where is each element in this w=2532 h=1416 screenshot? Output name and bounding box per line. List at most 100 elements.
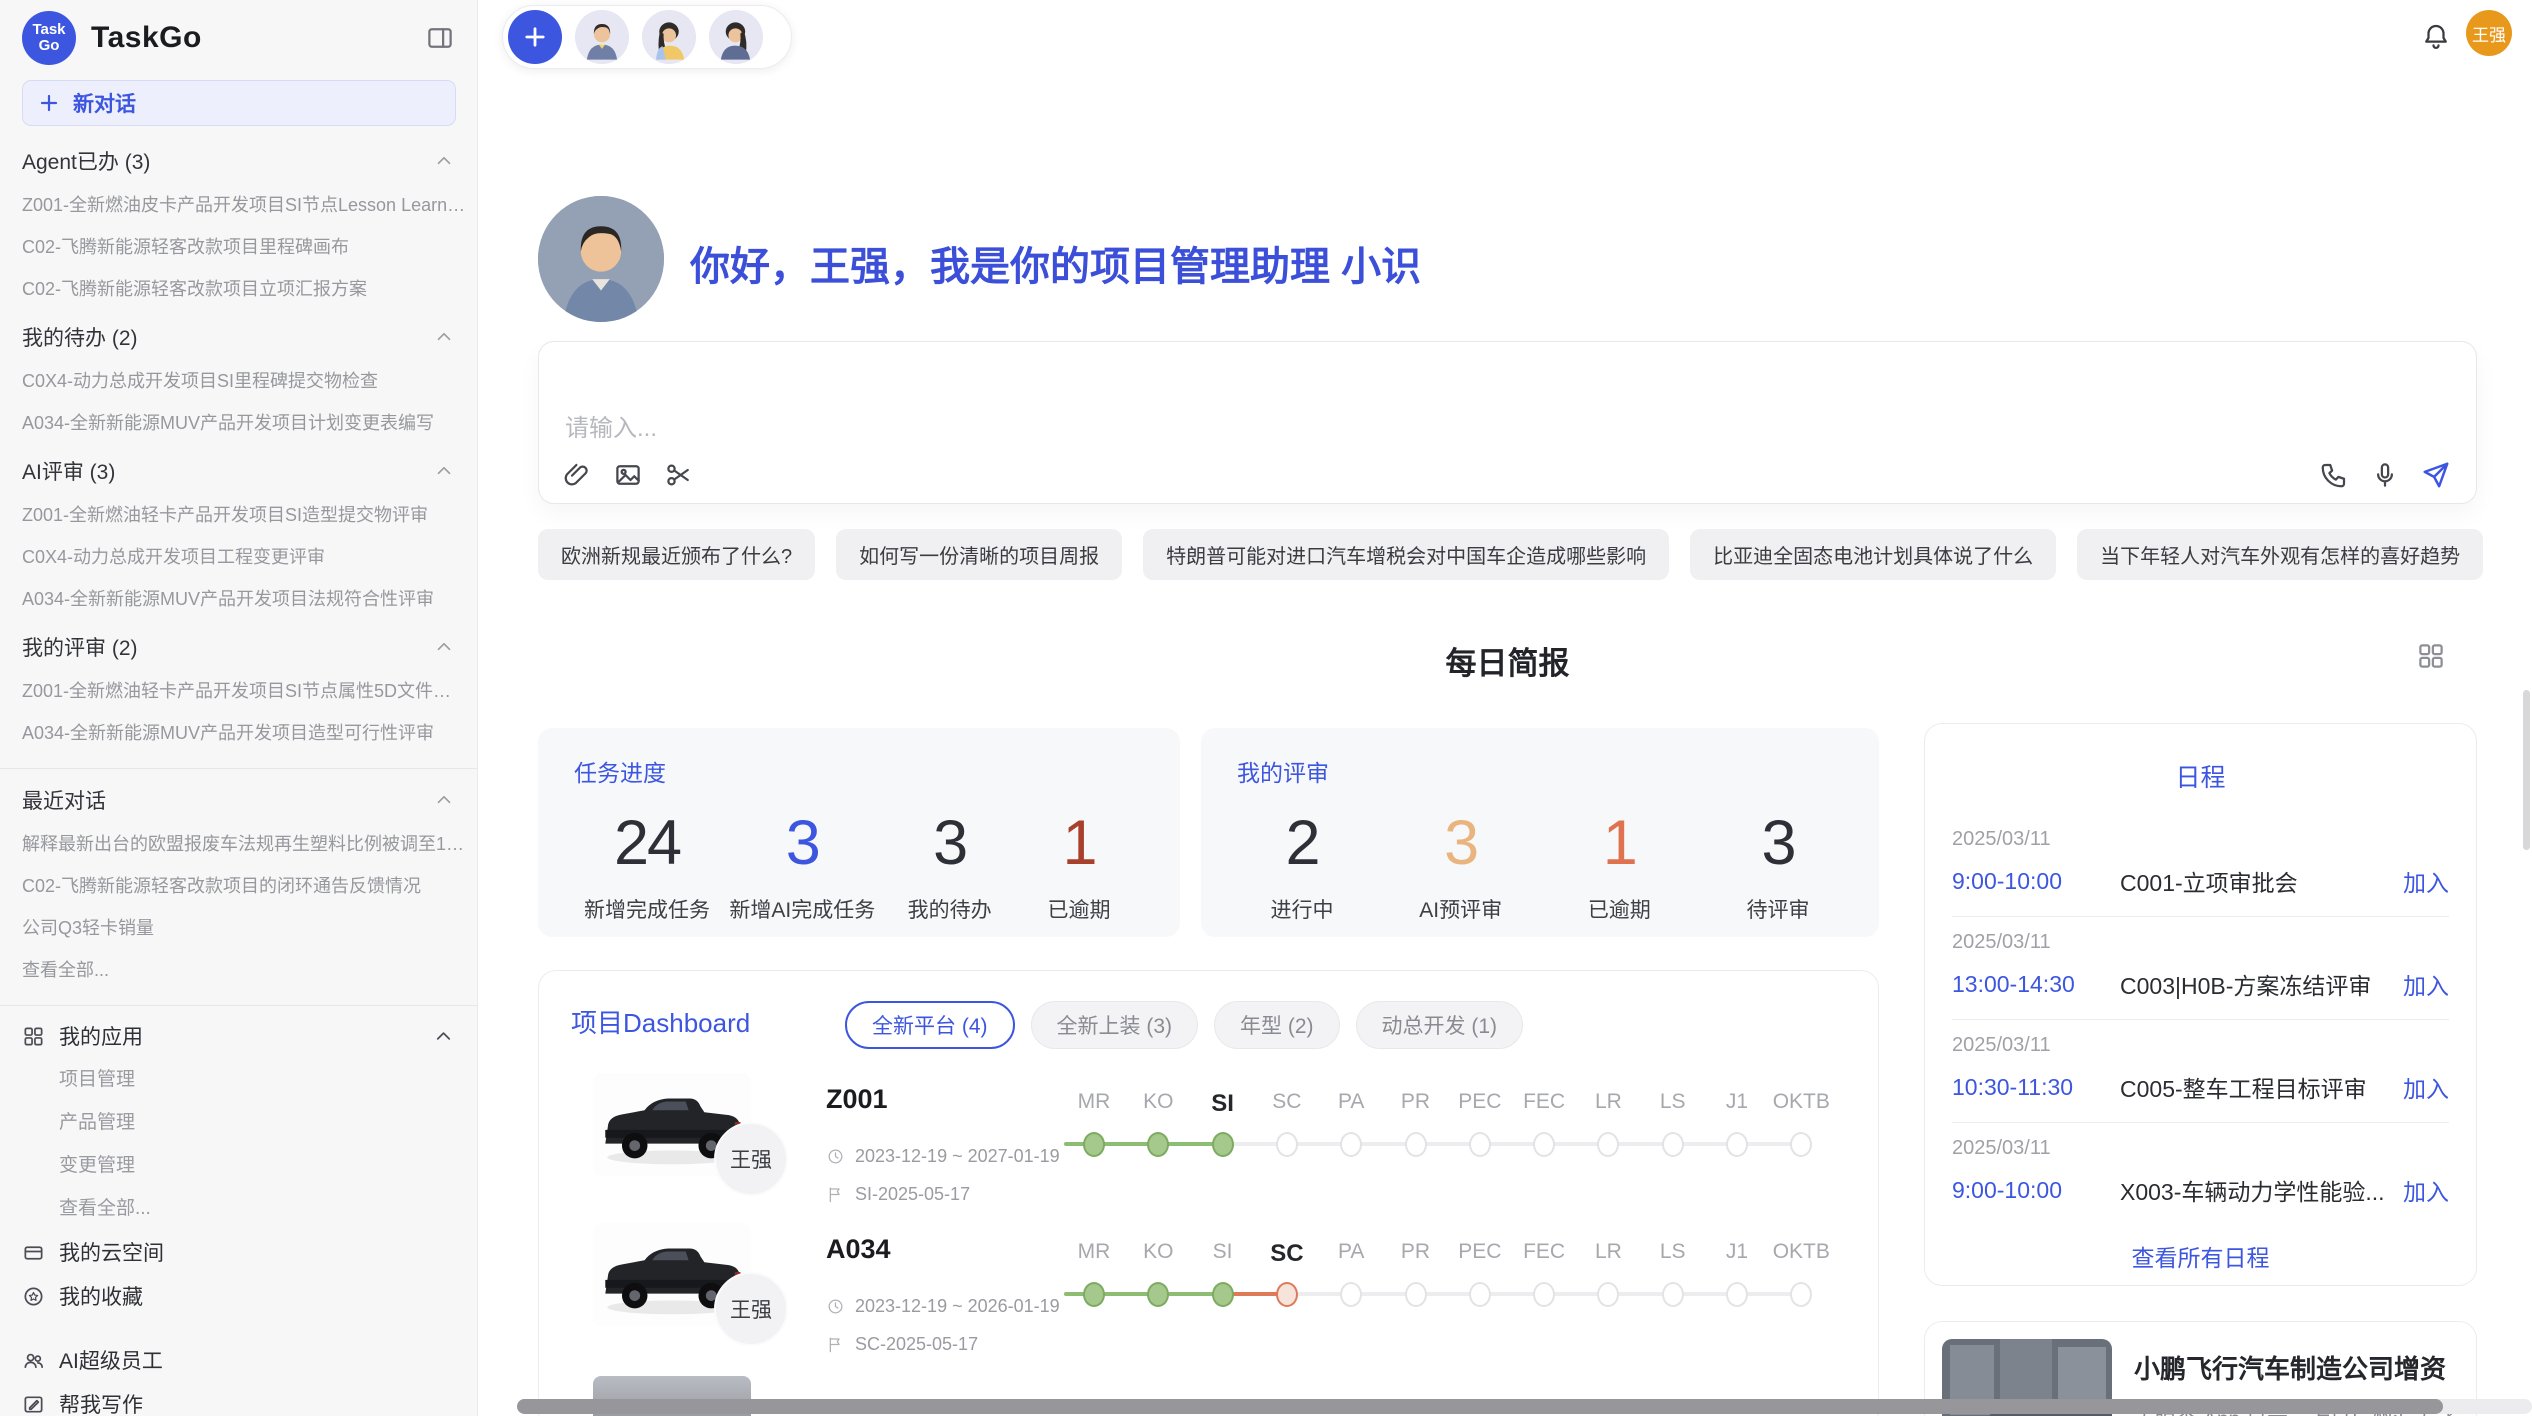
sidebar-item-favorites[interactable]: 我的收藏 — [0, 1274, 477, 1318]
briefing-stat-cards: 任务进度 24 新增完成任务 3 新增AI完成任务 3 我的待办 1 已逾期 我… — [538, 728, 1879, 937]
attachment-icon[interactable] — [562, 460, 592, 490]
schedule-card: 日程 2025/03/11 9:00-10:00 C001-立项审批会 加入 2… — [1924, 723, 2477, 1286]
avatar[interactable] — [575, 10, 629, 64]
phone-icon[interactable] — [2319, 460, 2349, 490]
date-range: 2023-12-19 ~ 2026-01-19 — [855, 1296, 1060, 1317]
add-session-button[interactable] — [508, 10, 562, 64]
my-app-item[interactable]: 项目管理 — [0, 1058, 477, 1101]
send-icon[interactable] — [2421, 460, 2451, 490]
dashboard-tab[interactable]: 动总开发 (1) — [1356, 1001, 1524, 1049]
chat-input-placeholder: 请输入... — [565, 408, 657, 443]
event-date: 2025/03/11 — [1952, 931, 2449, 954]
notification-bell-icon[interactable] — [2421, 21, 2451, 51]
milestone-label: PEC — [1448, 1240, 1512, 1264]
my-app-item[interactable]: 变更管理 — [0, 1144, 477, 1187]
project-row[interactable]: 王强 A034 2023-12-19 ~ 2026-01-19 SC-2025-… — [539, 1216, 1879, 1366]
sidebar-section-header[interactable]: Agent已办 (3) — [0, 138, 477, 184]
chevron-up-icon[interactable] — [433, 326, 455, 348]
avatar[interactable] — [642, 10, 696, 64]
recent-view-all[interactable]: 查看全部... — [0, 949, 477, 991]
sidebar-item-cloud-space[interactable]: 我的云空间 — [0, 1230, 477, 1274]
sidebar-section-header[interactable]: 我的待办 (2) — [0, 314, 477, 360]
suggestion-chip[interactable]: 特朗普可能对进口汽车增税会对中国车企造成哪些影响 — [1143, 529, 1669, 580]
avatar[interactable] — [709, 10, 763, 64]
section-title: 最近对话 — [22, 785, 106, 815]
chevron-up-icon[interactable] — [433, 460, 455, 482]
milestone-dot — [1276, 1132, 1298, 1157]
chevron-up-icon[interactable] — [433, 789, 455, 811]
sidebar-conversation-item[interactable]: A034-全新新能源MUV产品开发项目计划变更表编写 — [0, 402, 477, 444]
image-icon[interactable] — [613, 460, 643, 490]
user-avatar-badge[interactable]: 王强 — [2466, 10, 2512, 56]
join-link[interactable]: 加入 — [2403, 1173, 2449, 1207]
join-link[interactable]: 加入 — [2403, 864, 2449, 898]
apps-view-all[interactable]: 查看全部... — [0, 1187, 477, 1230]
dashboard-tab[interactable]: 全新上装 (3) — [1031, 1001, 1199, 1049]
stat: 3 待评审 — [1723, 810, 1833, 924]
sidebar-conversation-item[interactable]: Z001-全新燃油皮卡产品开发项目SI节点Lesson Learn报告 — [0, 184, 477, 226]
project-row[interactable]: 王强 Z001 2023-12-19 ~ 2027-01-19 SI-2025-… — [539, 1066, 1879, 1216]
new-chat-button[interactable]: 新对话 — [22, 80, 456, 126]
view-all-schedule-link[interactable]: 查看所有日程 — [1952, 1239, 2449, 1273]
vertical-scrollbar-thumb[interactable] — [2523, 690, 2530, 850]
my-app-item[interactable]: 产品管理 — [0, 1101, 477, 1144]
section-title: 我的评审 (2) — [22, 632, 138, 662]
suggestion-chip[interactable]: 如何写一份清晰的项目周报 — [836, 529, 1122, 580]
sidebar-item-ai-super-staff[interactable]: AI超级员工 — [0, 1338, 477, 1382]
join-link[interactable]: 加入 — [2403, 1070, 2449, 1104]
horizontal-scrollbar-thumb[interactable] — [517, 1399, 2443, 1414]
milestone-dot — [1405, 1132, 1427, 1157]
sidebar-conversation-item[interactable]: Z001-全新燃油轻卡产品开发项目SI造型提交物评审 — [0, 494, 477, 536]
sidebar-recent: 最近对话 解释最新出台的欧盟报废车法规再生塑料比例被调至15%...C02-飞腾… — [0, 777, 477, 991]
suggestion-chip[interactable]: 欧洲新规最近颁布了什么? — [538, 529, 815, 580]
project-dates: 2023-12-19 ~ 2027-01-19 — [826, 1146, 1060, 1167]
topbar-session-pill — [502, 5, 792, 69]
people-icon — [22, 1349, 45, 1372]
event-title: X003-车辆动力学性能验... — [2120, 1173, 2403, 1207]
sidebar-recent-item[interactable]: 解释最新出台的欧盟报废车法规再生塑料比例被调至15%... — [0, 823, 477, 865]
milestone-label: OKTB — [1769, 1240, 1833, 1264]
project-dashboard-card: 项目Dashboard 全新平台 (4)全新上装 (3)年型 (2)动总开发 (… — [538, 970, 1879, 1416]
sidebar-conversation-item[interactable]: C02-飞腾新能源轻客改款项目立项汇报方案 — [0, 268, 477, 310]
sidebar-conversation-item[interactable]: C0X4-动力总成开发项目SI里程碑提交物检查 — [0, 360, 477, 402]
milestone-label: LR — [1576, 1240, 1640, 1264]
stat-card: 任务进度 24 新增完成任务 3 新增AI完成任务 3 我的待办 1 已逾期 — [538, 728, 1180, 937]
sidebar-conversation-item[interactable]: A034-全新新能源MUV产品开发项目造型可行性评审 — [0, 712, 477, 754]
dashboard-tab[interactable]: 全新平台 (4) — [845, 1001, 1015, 1049]
project-dates: 2023-12-19 ~ 2026-01-19 — [826, 1296, 1060, 1317]
stat: 1 已逾期 — [1024, 810, 1134, 924]
sidebar-item-my-apps[interactable]: 我的应用 — [0, 1014, 477, 1058]
sidebar-section-header[interactable]: 最近对话 — [0, 777, 477, 823]
chevron-up-icon[interactable] — [432, 1025, 455, 1048]
milestone-dot — [1597, 1132, 1619, 1157]
stat: 3 AI预评审 — [1406, 810, 1516, 924]
dashboard-tab[interactable]: 年型 (2) — [1214, 1001, 1340, 1049]
sidebar-header: Task Go TaskGo — [0, 0, 477, 76]
sidebar-conversation-item[interactable]: C0X4-动力总成开发项目工程变更评审 — [0, 536, 477, 578]
sidebar: Task Go TaskGo 新对话 Agent已办 (3) Z001-全新燃油… — [0, 0, 478, 1416]
collapse-sidebar-icon[interactable] — [425, 23, 455, 53]
sidebar-conversation-item[interactable]: A034-全新新能源MUV产品开发项目法规符合性评审 — [0, 578, 477, 620]
sidebar-section-header[interactable]: AI评审 (3) — [0, 448, 477, 494]
chevron-up-icon[interactable] — [433, 636, 455, 658]
sidebar-item-help-write[interactable]: 帮我写作 — [0, 1382, 477, 1416]
stat-card-title: 任务进度 — [574, 754, 1144, 788]
chat-composer[interactable]: 请输入... — [538, 341, 2477, 504]
sidebar-conversation-item[interactable]: C02-飞腾新能源轻客改款项目里程碑画布 — [0, 226, 477, 268]
scissors-icon[interactable] — [664, 460, 694, 490]
sidebar-section-header[interactable]: 我的评审 (2) — [0, 624, 477, 670]
milestone-label: PR — [1384, 1240, 1448, 1264]
milestone-dot — [1276, 1282, 1298, 1307]
suggestion-chip[interactable]: 比亚迪全固态电池计划具体说了什么 — [1690, 529, 2056, 580]
join-link[interactable]: 加入 — [2403, 967, 2449, 1001]
milestone-label: FEC — [1512, 1240, 1576, 1264]
sidebar-recent-item[interactable]: 公司Q3轻卡销量 — [0, 907, 477, 949]
layout-grid-icon[interactable] — [2416, 641, 2446, 671]
chevron-up-icon[interactable] — [433, 150, 455, 172]
suggestion-chip[interactable]: 当下年轻人对汽车外观有怎样的喜好趋势 — [2077, 529, 2483, 580]
sidebar-conversation-item[interactable]: Z001-全新燃油轻卡产品开发项目SI节点属性5D文件评审 — [0, 670, 477, 712]
mic-icon[interactable] — [2370, 460, 2400, 490]
milestone-dot — [1662, 1282, 1684, 1307]
sidebar-recent-item[interactable]: C02-飞腾新能源轻客改款项目的闭环通告反馈情况 — [0, 865, 477, 907]
milestone-label: SI — [1191, 1240, 1255, 1264]
